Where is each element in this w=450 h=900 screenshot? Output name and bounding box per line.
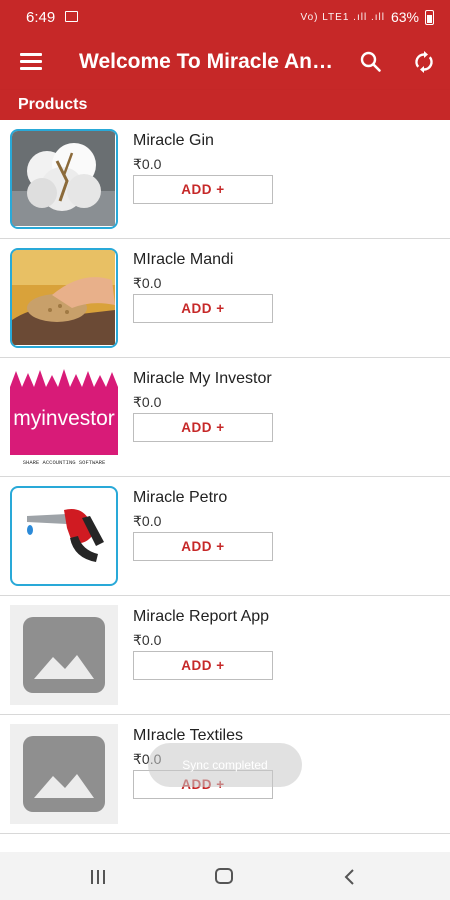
- home-icon[interactable]: [215, 868, 233, 884]
- hamburger-menu-icon[interactable]: [20, 53, 42, 71]
- app-bar: Welcome To Miracle Android Ap: [0, 34, 450, 90]
- status-indicators: Vo) LTE1 .ıll .ıll 63%: [300, 9, 434, 25]
- toast-message: Sync completed: [148, 743, 302, 787]
- section-header: Products: [0, 90, 450, 120]
- image-placeholder-icon: [10, 724, 118, 824]
- product-name: Miracle Report App: [133, 608, 270, 625]
- add-button[interactable]: ADD +: [133, 413, 273, 442]
- battery-icon: [425, 9, 434, 25]
- back-icon[interactable]: [342, 868, 358, 886]
- add-button[interactable]: ADD +: [133, 294, 273, 323]
- product-price: ₹0.0: [133, 513, 162, 529]
- recents-icon[interactable]: [91, 870, 107, 884]
- product-item[interactable]: myinvestor SHARE ACCOUNTING SOFTWARE Mir…: [0, 358, 450, 477]
- product-name: Miracle My Investor: [133, 370, 272, 387]
- image-placeholder-icon: [10, 605, 118, 705]
- product-price: ₹0.0: [133, 394, 162, 410]
- app-title: Welcome To Miracle Android Ap: [79, 50, 334, 73]
- logo-subtext: SHARE ACCOUNTING SOFTWARE: [23, 459, 106, 466]
- product-name: MIracle Mandi: [133, 251, 234, 268]
- product-item[interactable]: Miracle Petro ₹0.0 ADD +: [0, 477, 450, 596]
- add-button[interactable]: ADD +: [133, 651, 273, 680]
- product-item[interactable]: MIracle Mandi ₹0.0 ADD +: [0, 239, 450, 358]
- product-price: ₹0.0: [133, 632, 162, 648]
- grain-hand-photo: [10, 248, 118, 348]
- fuel-nozzle-icon: [10, 486, 118, 586]
- status-bar: 6:49 Vo) LTE1 .ıll .ıll 63%: [0, 0, 450, 34]
- system-nav-bar: [0, 852, 450, 900]
- product-item[interactable]: Miracle Gin ₹0.0 ADD +: [0, 120, 450, 239]
- product-item[interactable]: Miracle Report App ₹0.0 ADD +: [0, 596, 450, 715]
- myinvestor-logo: myinvestor SHARE ACCOUNTING SOFTWARE: [10, 367, 118, 467]
- sync-icon[interactable]: [410, 48, 438, 76]
- add-button[interactable]: ADD +: [133, 175, 273, 204]
- cotton-photo: [10, 129, 118, 229]
- search-icon[interactable]: [357, 48, 385, 76]
- product-list: Miracle Gin ₹0.0 ADD + MIracle Mandi ₹0.…: [0, 120, 450, 834]
- product-price: ₹0.0: [133, 156, 162, 172]
- add-button[interactable]: ADD +: [133, 532, 273, 561]
- status-time: 6:49: [26, 9, 56, 26]
- signal-icon: Vo) LTE1 .ıll .ıll: [300, 11, 385, 23]
- logo-text: myinvestor: [13, 407, 115, 430]
- product-name: Miracle Gin: [133, 132, 214, 149]
- battery-level: 63%: [390, 9, 419, 25]
- section-title: Products: [18, 96, 88, 113]
- product-name: Miracle Petro: [133, 489, 228, 506]
- product-price: ₹0.0: [133, 275, 162, 291]
- gallery-notification-icon: [65, 11, 78, 22]
